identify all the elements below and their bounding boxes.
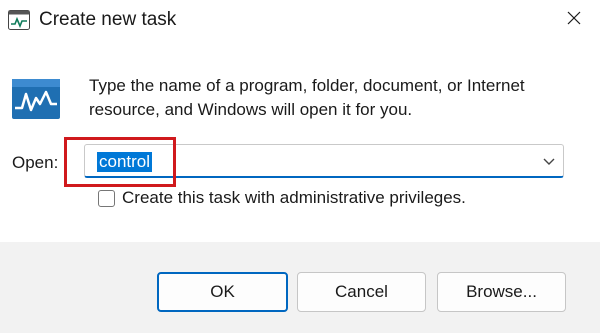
window-title: Create new task xyxy=(39,9,177,30)
browse-button[interactable]: Browse... xyxy=(437,272,566,312)
chevron-down-icon[interactable] xyxy=(541,153,557,169)
title-bar: Create new task xyxy=(0,0,600,44)
cancel-button[interactable]: Cancel xyxy=(297,272,426,312)
task-manager-icon xyxy=(8,10,30,30)
ok-button[interactable]: OK xyxy=(157,272,288,312)
admin-privileges-checkbox[interactable] xyxy=(98,189,115,207)
dialog-description: Type the name of a program, folder, docu… xyxy=(89,76,525,119)
run-icon xyxy=(12,79,60,119)
admin-privileges-checkbox-row[interactable]: Create this task with administrative pri… xyxy=(98,188,466,208)
close-icon xyxy=(566,10,582,31)
admin-privileges-label[interactable]: Create this task with administrative pri… xyxy=(122,188,466,208)
open-combobox[interactable]: control xyxy=(84,144,564,178)
open-input-value[interactable]: control xyxy=(97,152,153,172)
close-button[interactable] xyxy=(556,4,592,36)
open-label: Open: xyxy=(12,153,59,172)
